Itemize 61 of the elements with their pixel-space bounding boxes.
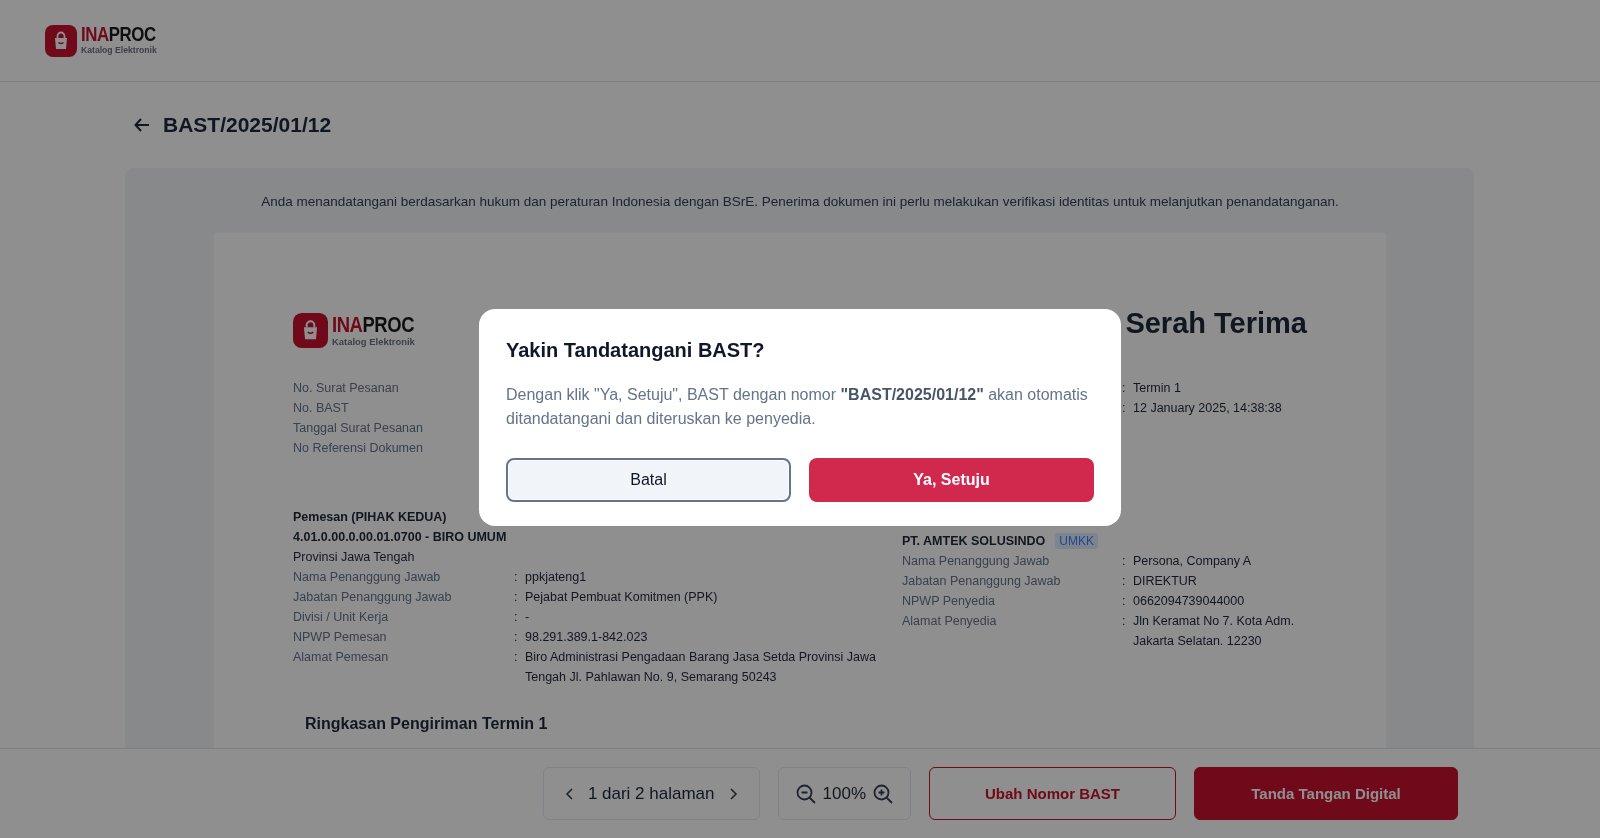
field-label: Nama Penanggung Jawab xyxy=(293,569,442,586)
field-label: Alamat Pemesan xyxy=(293,649,390,666)
field-value: Pejabat Pembuat Komitmen (PPK) xyxy=(525,589,719,606)
confirm-button[interactable]: Ya, Setuju xyxy=(809,458,1094,502)
cancel-button[interactable]: Batal xyxy=(506,458,791,502)
seller-badge: UMKK xyxy=(1055,533,1098,549)
field-label: No Referensi Dokumen xyxy=(293,440,423,457)
dialog-title: Yakin Tandatangani BAST? xyxy=(506,339,766,362)
shopping-bag-icon xyxy=(45,24,77,57)
edit-number-button[interactable]: Ubah Nomor BAST xyxy=(929,767,1176,820)
field-colon: : xyxy=(1122,593,1127,610)
field-colon: : xyxy=(514,569,519,586)
field-colon: : xyxy=(1122,613,1127,630)
dialog-message: Dengan klik "Ya, Setuju", BAST dengan nomor "BAST/2025/01/12" akan otomatis ditandatangani dan diteruskan ke penyedia. xyxy=(506,385,1089,429)
field-label: Alamat Penyedia xyxy=(902,613,998,630)
field-label: Tanggal Surat Pesanan xyxy=(293,420,423,437)
section-title: Ringkasan Pengiriman Termin 1 xyxy=(305,715,549,733)
field-label: NPWP Pemesan xyxy=(293,629,388,646)
field-value: 12 January 2025, 14:38:38 xyxy=(1133,400,1283,417)
field-label: Jabatan Penanggung Jawab xyxy=(293,589,453,606)
field-colon: : xyxy=(514,609,519,626)
brand-name: INAPROC xyxy=(81,25,156,46)
buyer-heading: Pemesan (PIHAK KEDUA) xyxy=(293,509,447,526)
field-value: Termin 1 xyxy=(1133,380,1182,397)
zoom-in-icon[interactable] xyxy=(872,782,894,805)
document-title: Serah Terima xyxy=(1125,307,1307,340)
field-colon: : xyxy=(1122,553,1127,570)
back-arrow-icon[interactable] xyxy=(133,116,151,134)
field-value: 0662094739044000 xyxy=(1133,593,1246,610)
signing-notice: Anda menandatangani berdasarkan hukum dan peraturan Indonesia dengan BSrE. Penerima dokumen ini perlu melakukan verifikasi identitas untuk melanjutkan penandatanganan. xyxy=(260,194,1340,209)
field-value: Jln Keramat No 7. Kota Adm. Jakarta Selatan. 12230 xyxy=(1133,613,1296,650)
field-label: No. BAST xyxy=(293,400,349,417)
shopping-bag-icon xyxy=(293,313,328,348)
zoom-level: 100% xyxy=(822,783,866,804)
field-colon: : xyxy=(514,629,519,646)
field-colon: : xyxy=(514,649,519,666)
field-label: Jabatan Penanggung Jawab xyxy=(902,573,1062,590)
brand-tagline: Katalog Elektronik xyxy=(332,335,416,347)
field-label: NPWP Penyedia xyxy=(902,593,996,610)
page-title: BAST/2025/01/12 xyxy=(163,113,332,137)
brand-tagline: Katalog Elektronik xyxy=(81,45,158,56)
seller-name: PT. AMTEK SOLUSINDO xyxy=(902,533,1046,550)
field-value: Persona, Company A xyxy=(1133,553,1253,570)
field-label: Nama Penanggung Jawab xyxy=(902,553,1051,570)
field-value: Biro Administrasi Pengadaan Barang Jasa Setda Provinsi Jawa Tengah Jl. Pahlawan No. 9, Semarang 50243 xyxy=(525,649,877,686)
field-colon: : xyxy=(514,589,519,606)
sign-button[interactable]: Tanda Tangan Digital xyxy=(1194,767,1458,820)
field-colon: : xyxy=(1122,573,1127,590)
zoom-out-icon[interactable] xyxy=(794,782,817,805)
field-colon: : xyxy=(1122,400,1127,417)
brand-name: INAPROC xyxy=(332,313,415,336)
field-value: - xyxy=(525,609,531,626)
field-value: ppkjateng1 xyxy=(525,569,588,586)
page-indicator: 1 dari 2 halaman xyxy=(587,783,715,804)
field-value: 98.291.389.1-842.023 xyxy=(525,629,649,646)
field-colon: : xyxy=(1122,380,1127,397)
buyer-unit: 4.01.0.00.0.00.01.0700 - BIRO UMUM xyxy=(293,529,507,546)
field-label: No. Surat Pesanan xyxy=(293,380,399,397)
buyer-province: Provinsi Jawa Tengah xyxy=(293,549,415,566)
field-value: DIREKTUR xyxy=(1133,573,1198,590)
field-label: Divisi / Unit Kerja xyxy=(293,609,390,626)
